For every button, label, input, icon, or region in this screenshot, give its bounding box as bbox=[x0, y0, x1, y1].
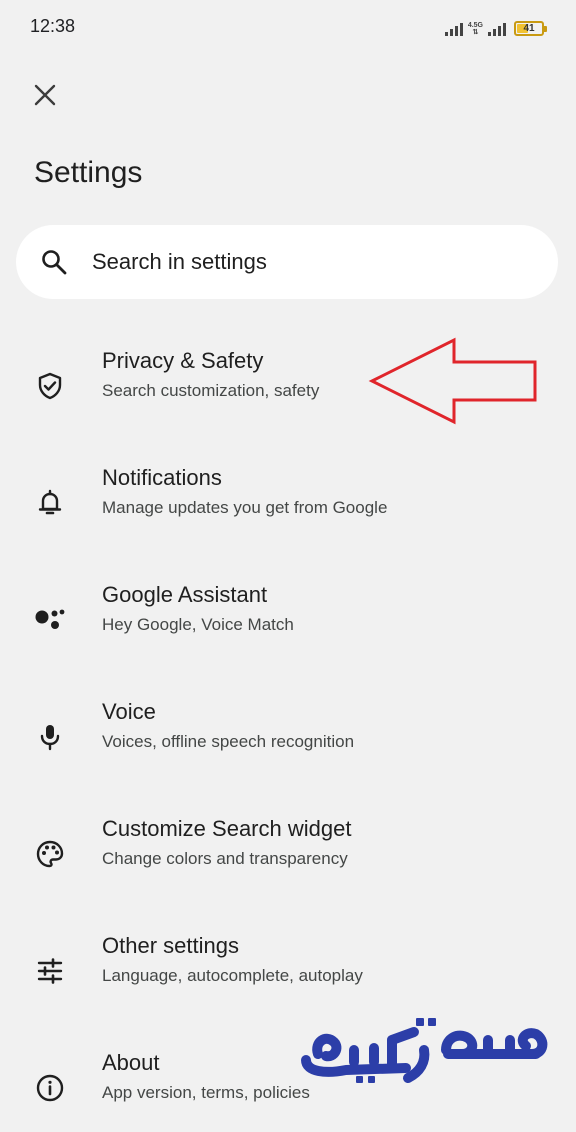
menu-item-google-assistant[interactable]: Google Assistant Hey Google, Voice Match bbox=[0, 568, 576, 672]
menu-item-title: About bbox=[102, 1050, 160, 1075]
menu-item-title: Google Assistant bbox=[102, 582, 268, 607]
battery-percentage: 41 bbox=[523, 23, 535, 34]
watermark-logo bbox=[301, 1018, 548, 1083]
search-icon bbox=[34, 242, 74, 282]
info-icon bbox=[32, 1070, 68, 1106]
menu-item-subtitle: Manage updates you get from Google bbox=[102, 498, 388, 517]
search-input[interactable] bbox=[92, 249, 512, 275]
signal-strength-icon-2 bbox=[488, 22, 506, 36]
menu-item-title: Other settings bbox=[102, 933, 239, 958]
menu-item-other-settings[interactable]: Other settings Language, autocomplete, a… bbox=[0, 919, 576, 1023]
palette-icon bbox=[32, 836, 68, 872]
bell-icon bbox=[32, 485, 68, 521]
sliders-icon bbox=[32, 953, 68, 989]
close-button[interactable] bbox=[26, 76, 64, 114]
menu-item-customize-search-widget[interactable]: Customize Search widget Change colors an… bbox=[0, 802, 576, 906]
status-bar: 12:38 4.5G ⇅ 41 bbox=[0, 0, 576, 54]
page-title: Settings bbox=[34, 156, 143, 189]
search-bar[interactable] bbox=[16, 225, 558, 299]
status-time: 12:38 bbox=[30, 16, 76, 36]
menu-item-title: Privacy & Safety bbox=[102, 348, 264, 373]
menu-item-subtitle: Change colors and transparency bbox=[102, 849, 348, 868]
menu-item-subtitle: Hey Google, Voice Match bbox=[102, 615, 294, 634]
menu-item-subtitle: Language, autocomplete, autoplay bbox=[102, 966, 363, 985]
data-transfer-icon: ⇅ bbox=[472, 29, 479, 36]
assistant-icon bbox=[32, 602, 68, 638]
menu-item-notifications[interactable]: Notifications Manage updates you get fro… bbox=[0, 451, 576, 555]
menu-item-voice[interactable]: Voice Voices, offline speech recognition bbox=[0, 685, 576, 789]
menu-item-title: Customize Search widget bbox=[102, 816, 352, 841]
menu-item-subtitle: Search customization, safety bbox=[102, 381, 320, 400]
battery-icon: 41 bbox=[514, 21, 547, 36]
signal-strength-icon bbox=[444, 22, 463, 36]
menu-item-title: Notifications bbox=[102, 465, 222, 490]
network-type-label: 4.5G bbox=[467, 22, 483, 29]
annotation-arrow-icon bbox=[368, 337, 537, 425]
menu-item-title: Voice bbox=[102, 699, 156, 724]
network-type: 4.5G ⇅ bbox=[468, 22, 483, 36]
close-icon bbox=[34, 84, 56, 106]
menu-item-subtitle: Voices, offline speech recognition bbox=[102, 732, 355, 751]
microphone-icon bbox=[32, 719, 68, 755]
status-indicators: 4.5G ⇅ 41 bbox=[444, 16, 547, 36]
shield-icon bbox=[32, 368, 68, 404]
menu-item-subtitle: App version, terms, policies bbox=[102, 1083, 310, 1102]
